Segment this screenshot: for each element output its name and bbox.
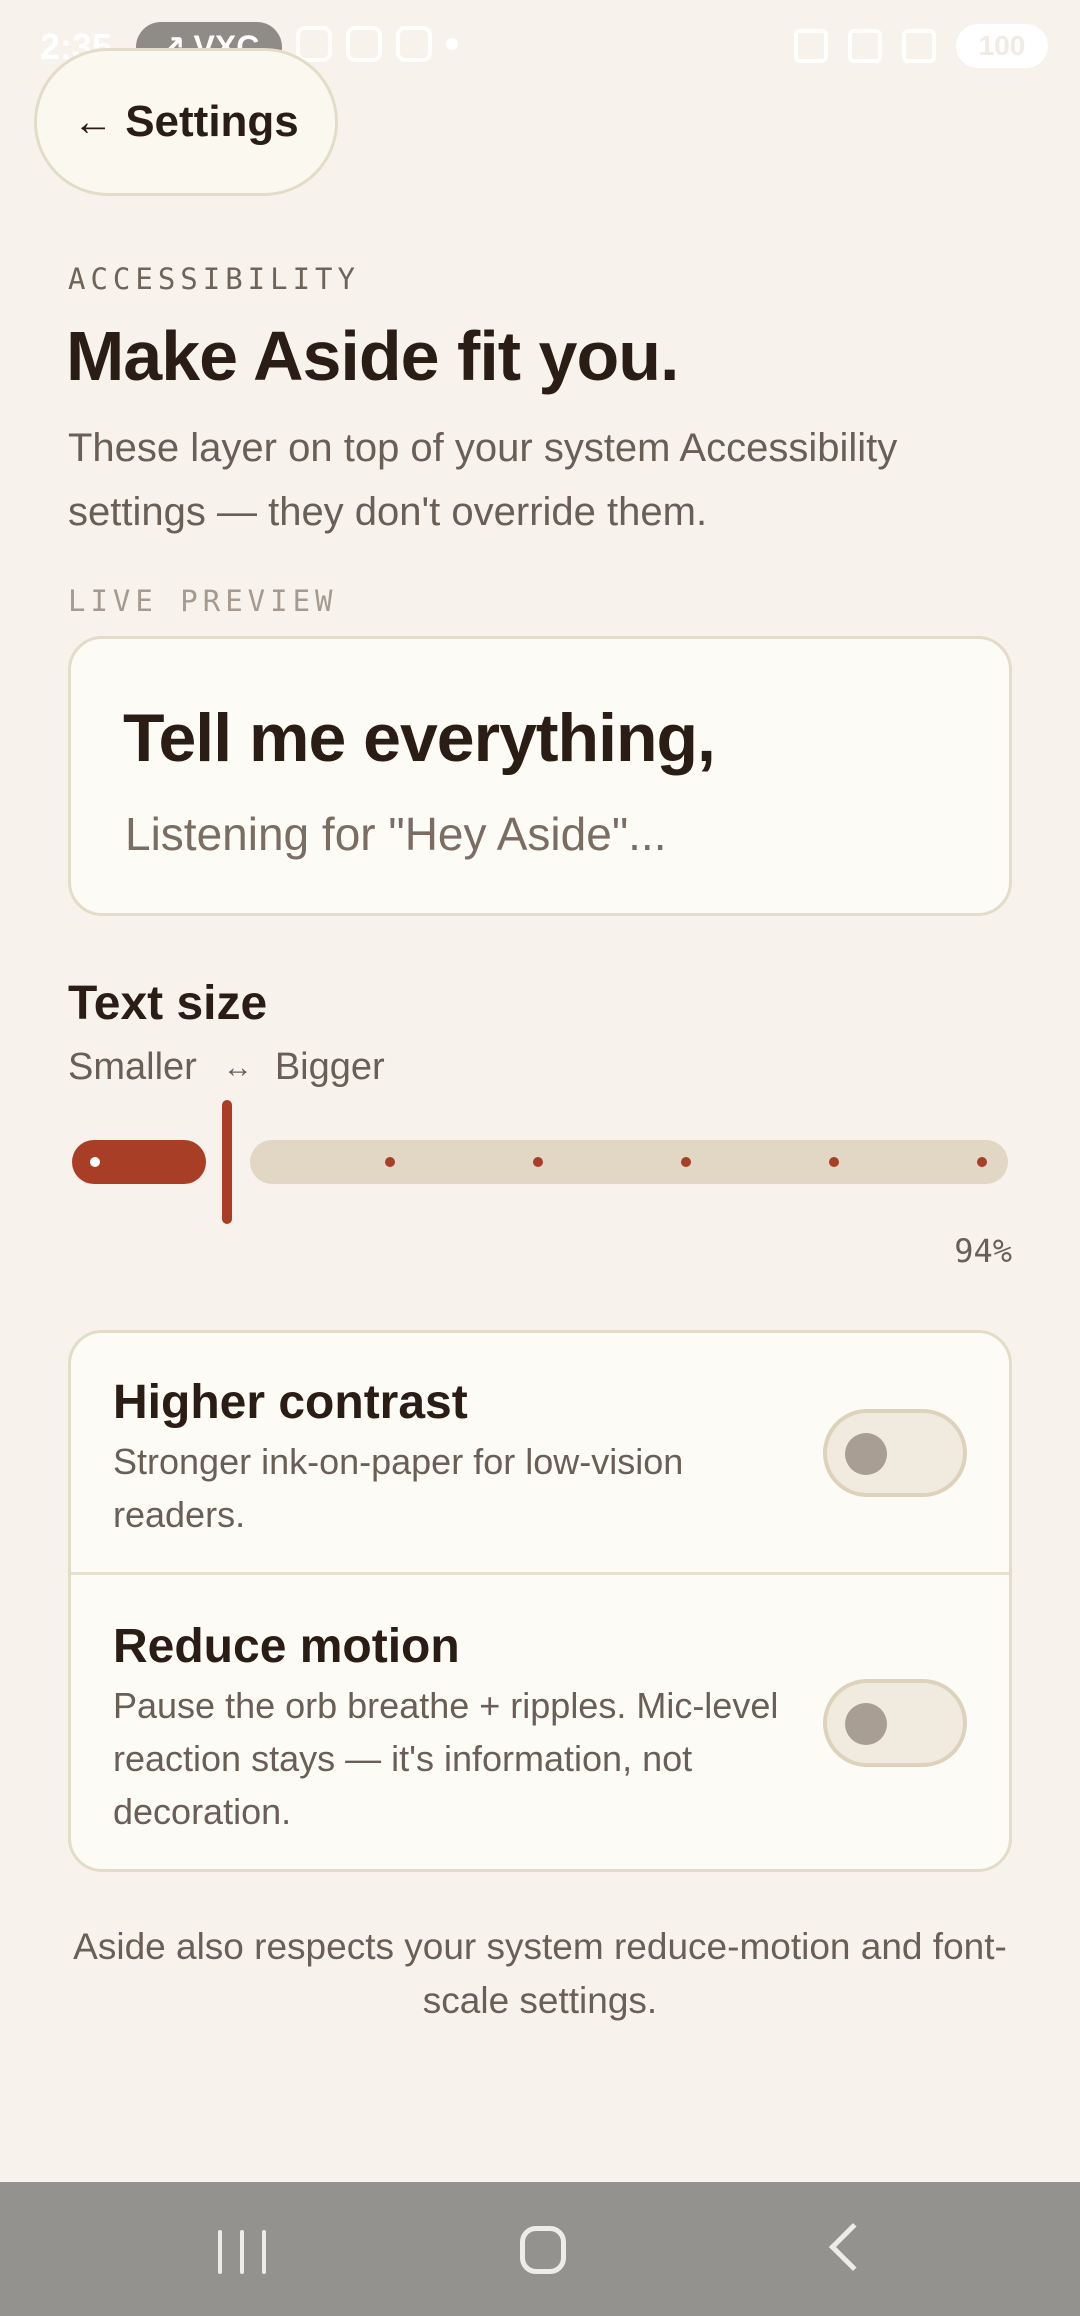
dot-icon <box>446 38 458 50</box>
text-size-min-label: Smaller <box>68 1046 197 1088</box>
text-size-slider[interactable] <box>72 1100 1008 1224</box>
slider-step-dot <box>681 1157 691 1167</box>
system-icons: 100 <box>794 24 1048 68</box>
text-size-scale-labels: Smaller ↔ Bigger <box>68 1046 385 1089</box>
section-eyebrow: ACCESSIBILITY <box>68 262 360 296</box>
page-title: Make Aside fit you. <box>66 317 679 395</box>
notification-icons <box>296 26 458 62</box>
slider-thumb[interactable] <box>222 1100 232 1224</box>
system-back-button[interactable] <box>828 2222 878 2272</box>
text-size-max-label: Bigger <box>274 1046 385 1088</box>
recent-apps-button[interactable] <box>218 2230 266 2274</box>
text-size-title: Text size <box>68 977 268 1030</box>
battery-level: 100 <box>978 30 1026 61</box>
system-navigation-bar <box>0 2182 1080 2316</box>
instagram-icon <box>346 26 382 62</box>
arrow-left-icon: ← <box>73 99 114 144</box>
slider-step-dot <box>90 1157 100 1167</box>
gmail-icon <box>296 26 332 62</box>
live-preview-card: Tell me everything, Listening for "Hey A… <box>68 636 1012 916</box>
slider-step-dot <box>829 1157 839 1167</box>
setting-description: Stronger ink-on-paper for low-vision rea… <box>113 1441 684 1535</box>
preview-label: LIVE PREVIEW <box>68 584 338 618</box>
slider-step-dot <box>533 1157 543 1167</box>
slider-track[interactable] <box>250 1140 1008 1184</box>
setting-higher-contrast[interactable]: Higher contrast Stronger ink-on-paper fo… <box>71 1333 1009 1575</box>
back-button-label: Settings <box>125 97 299 146</box>
home-button[interactable] <box>520 2226 566 2274</box>
preview-subline: Listening for "Hey Aside"... <box>125 808 667 860</box>
mute-icon <box>794 29 828 63</box>
setting-reduce-motion[interactable]: Reduce motion Pause the orb breathe + ri… <box>71 1575 1009 1869</box>
reduce-motion-toggle[interactable] <box>823 1679 967 1767</box>
setting-title: Higher contrast <box>113 1376 468 1429</box>
setting-title: Reduce motion <box>113 1620 460 1673</box>
double-arrow-icon: ↔ <box>222 1050 253 1084</box>
slider-step-dot <box>977 1157 987 1167</box>
footer-note: Aside also respects your system reduce-m… <box>73 1926 1007 2021</box>
page-description: These layer on top of your system Access… <box>68 426 898 534</box>
preview-headline: Tell me everything, <box>123 700 716 776</box>
toggle-knob <box>845 1433 887 1475</box>
battery-icon: 100 <box>956 24 1048 68</box>
text-size-value: 94% <box>954 1232 1012 1270</box>
setting-description: Pause the orb breathe + ripples. Mic-lev… <box>113 1685 779 1832</box>
wifi-icon <box>848 29 882 63</box>
toggle-knob <box>845 1703 887 1745</box>
signal-icon <box>902 29 936 63</box>
accessibility-options-card: Higher contrast Stronger ink-on-paper fo… <box>68 1330 1012 1872</box>
instagram-icon <box>396 26 432 62</box>
back-button[interactable]: ← Settings <box>34 48 338 196</box>
slider-step-dot <box>385 1157 395 1167</box>
higher-contrast-toggle[interactable] <box>823 1409 967 1497</box>
